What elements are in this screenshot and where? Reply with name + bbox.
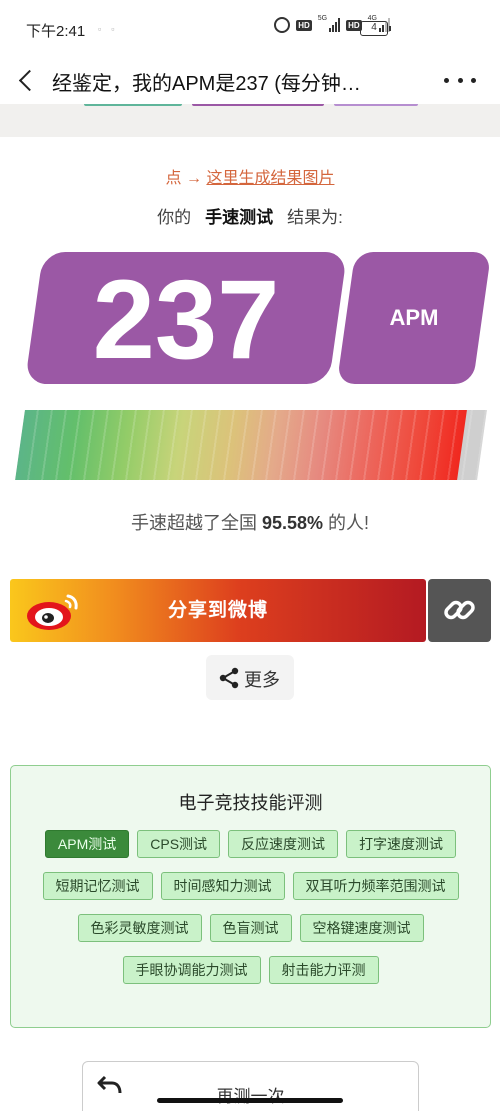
eval-test-chip[interactable]: 空格键速度测试 bbox=[299, 914, 424, 942]
eval-chip-row: APM测试 CPS测试 反应速度测试 打字速度测试 bbox=[11, 830, 490, 858]
share-weibo-label: 分享到微博 bbox=[167, 600, 268, 621]
result-suffix: 结果为: bbox=[287, 208, 343, 227]
notification-icons: ▫▫ bbox=[98, 24, 125, 34]
exceed-text: 手速超越了全国 95.58% 的人! bbox=[0, 509, 500, 535]
retest-label: 再测一次 bbox=[216, 1087, 285, 1106]
strip-tile bbox=[84, 104, 182, 106]
more-options-icon[interactable] bbox=[444, 70, 476, 90]
eval-test-chip[interactable]: 时间感知力测试 bbox=[160, 872, 285, 900]
share-more-button[interactable]: 更多 bbox=[206, 655, 294, 700]
signal-icon bbox=[329, 18, 341, 32]
share-more-label: 更多 bbox=[244, 670, 280, 690]
hd-badge: HD bbox=[296, 19, 312, 31]
eval-test-chip[interactable]: 短期记忆测试 bbox=[42, 872, 153, 900]
result-prefix: 你的 bbox=[157, 208, 192, 227]
eval-test-chip[interactable]: 色彩灵敏度测试 bbox=[77, 914, 202, 942]
eval-test-chip[interactable]: 射击能力评测 bbox=[268, 956, 379, 984]
alarm-icon bbox=[274, 17, 291, 33]
network-type: 5G bbox=[317, 14, 328, 22]
eval-test-chip[interactable]: 反应速度测试 bbox=[228, 830, 339, 858]
generate-image-link[interactable]: 点 → 这里生成结果图片 bbox=[0, 164, 500, 188]
apm-score: 237 bbox=[92, 257, 280, 382]
battery-icon: 4 bbox=[360, 21, 391, 36]
eval-panel-title: 电子竞技技能评测 bbox=[178, 793, 323, 813]
copy-link-button[interactable] bbox=[428, 579, 491, 642]
link-icon bbox=[444, 600, 475, 620]
retest-button[interactable]: 再测一次 bbox=[82, 1061, 419, 1111]
status-bar: 下午2:41 ▫▫ HD 5G HD 4G 4 bbox=[0, 0, 500, 56]
share-icon bbox=[219, 667, 239, 689]
eval-chip-row: 手眼协调能力测试 射击能力评测 bbox=[11, 956, 490, 984]
eval-test-chip[interactable]: 双耳听力频率范围测试 bbox=[292, 872, 459, 900]
strip-tile bbox=[334, 104, 418, 106]
eval-test-chip[interactable]: CPS测试 bbox=[137, 830, 221, 858]
status-time: 下午2:41 bbox=[26, 23, 86, 40]
percentile-gauge bbox=[15, 410, 487, 480]
share-weibo-button[interactable]: 分享到微博 bbox=[10, 579, 426, 642]
gauge-stripes bbox=[15, 410, 487, 480]
arrow-prefix: 点 → bbox=[165, 170, 207, 187]
eval-test-list: APM测试 CPS测试 反应速度测试 打字速度测试 短期记忆测试 时间感知力测试 双耳听力频… bbox=[11, 830, 490, 998]
exceed-prefix: 手速超越了全国 bbox=[130, 513, 262, 533]
test-name: 手速测试 bbox=[205, 208, 274, 227]
esports-eval-panel: 电子竞技技能评测 APM测试 CPS测试 反应速度测试 打字速度测试 短期记忆测试 时间感… bbox=[10, 765, 491, 1028]
home-indicator[interactable] bbox=[157, 1098, 343, 1103]
eval-chip-row: 色彩灵敏度测试 色盲测试 空格键速度测试 bbox=[11, 914, 490, 942]
exceed-suffix: 的人! bbox=[323, 513, 370, 533]
eval-test-chip[interactable]: 打字速度测试 bbox=[346, 830, 457, 858]
eval-test-chip[interactable]: 手眼协调能力测试 bbox=[122, 956, 261, 984]
result-caption: 你的 手速测试 结果为: bbox=[0, 203, 500, 228]
page-title: 经鉴定，我的APM是237 (每分钟… bbox=[52, 73, 361, 95]
eval-chip-row: 短期记忆测试 时间感知力测试 双耳听力频率范围测试 bbox=[11, 872, 490, 900]
top-tiles-strip bbox=[0, 104, 500, 137]
strip-tile bbox=[192, 104, 324, 106]
eval-test-chip[interactable]: 色盲测试 bbox=[209, 914, 292, 942]
back-arrow-icon[interactable] bbox=[12, 62, 42, 98]
top-nav-bar: 经鉴定，我的APM是237 (每分钟… bbox=[0, 56, 500, 104]
generate-image-label: 这里生成结果图片 bbox=[206, 170, 335, 187]
eval-test-chip[interactable]: APM测试 bbox=[44, 830, 130, 858]
exceed-percent: 95.58% bbox=[261, 513, 324, 533]
apm-unit: APM bbox=[389, 305, 439, 330]
